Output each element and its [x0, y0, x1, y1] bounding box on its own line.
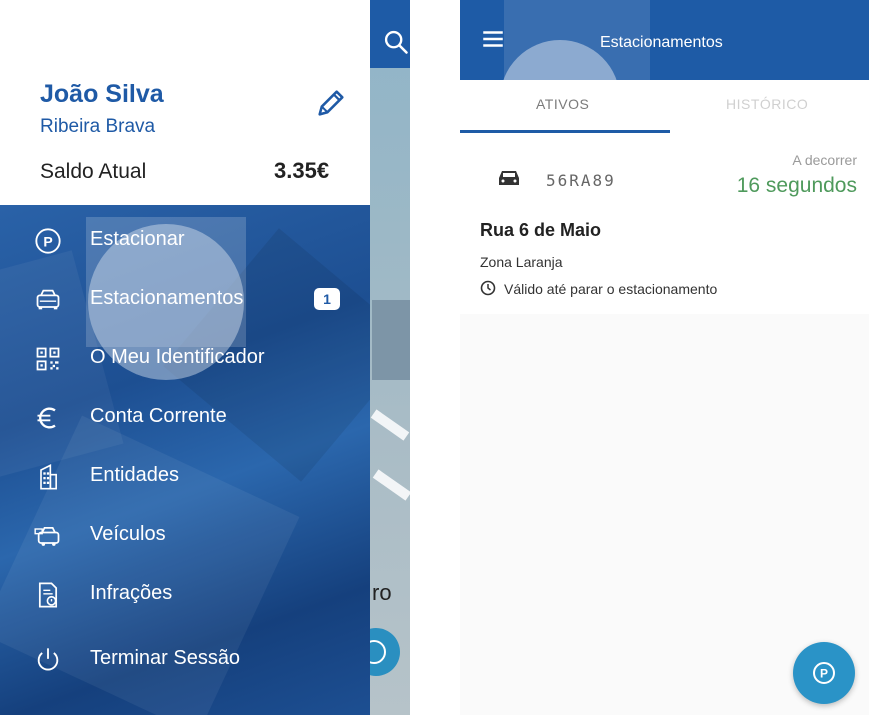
- hamburger-menu-icon[interactable]: [480, 26, 506, 52]
- pencil-icon[interactable]: [314, 86, 348, 120]
- qr-code-icon: [36, 347, 60, 371]
- menu-item-label: Infrações: [90, 582, 173, 604]
- map-partial-label: ro: [372, 580, 392, 605]
- menu-item-conta-corrente[interactable]: Conta Corrente: [0, 390, 370, 448]
- new-parking-fab[interactable]: P: [793, 642, 855, 704]
- street-name: Rua 6 de Maio: [480, 220, 602, 240]
- menu-item-label: Estacionar: [90, 228, 185, 250]
- menu-item-label: Terminar Sessão: [90, 647, 241, 669]
- menu-item-estacionamentos[interactable]: Estacionamentos 1: [0, 272, 370, 330]
- menu-item-terminar-sessao[interactable]: Terminar Sessão: [0, 632, 370, 690]
- car-icon: [499, 171, 519, 185]
- tab-historico[interactable]: HISTÓRICO: [670, 80, 869, 134]
- drawer-header: João Silva Ribeira Brava Saldo Atual 3.3…: [0, 0, 370, 205]
- svg-text:P: P: [820, 667, 828, 681]
- balance-value: 3.35€: [274, 158, 330, 183]
- parking-icon: P: [813, 662, 835, 684]
- search-icon[interactable]: [382, 28, 410, 56]
- tab-ativos[interactable]: ATIVOS: [460, 80, 670, 134]
- navigation-drawer: João Silva Ribeira Brava Saldo Atual 3.3…: [0, 0, 370, 715]
- count-badge: 1: [314, 288, 340, 310]
- menu-item-label: Conta Corrente: [90, 405, 227, 427]
- menu-item-label: Estacionamentos: [90, 287, 244, 309]
- map-building: [372, 300, 410, 380]
- balance-label: Saldo Atual: [40, 160, 147, 183]
- svg-text:P: P: [43, 233, 52, 249]
- menu-item-identificador[interactable]: O Meu Identificador: [0, 331, 370, 389]
- parking-circle-icon: P: [35, 228, 61, 254]
- user-name: João Silva: [40, 80, 164, 108]
- elapsed-time: 16 segundos: [736, 174, 857, 197]
- zone-name: Zona Laranja: [480, 254, 563, 270]
- menu-item-infracoes[interactable]: Infrações: [0, 567, 370, 625]
- app-bar: Estacionamentos: [460, 0, 869, 160]
- license-plate: 56RA89: [546, 171, 616, 190]
- right-screen: Estacionamentos ATIVOS HISTÓRICO 56RA89 …: [460, 0, 869, 715]
- validity-text: Válido até parar o estacionamento: [504, 281, 718, 297]
- active-parking-card[interactable]: 56RA89 A decorrer 16 segundos Rua 6 de M…: [460, 134, 869, 312]
- clock-icon: [480, 280, 496, 296]
- menu-item-label: O Meu Identificador: [90, 346, 265, 368]
- left-screen: ro João Silva Ribeira Brava Saldo Atual …: [0, 0, 410, 715]
- car-icon: [36, 289, 60, 310]
- tab-bar: ATIVOS HISTÓRICO: [460, 80, 869, 134]
- tab-label: ATIVOS: [536, 96, 590, 112]
- user-location: Ribeira Brava: [40, 116, 156, 137]
- menu-item-label: Entidades: [90, 464, 179, 486]
- vehicle-icon: [34, 526, 60, 546]
- page-title: Estacionamentos: [600, 34, 723, 51]
- menu-item-label: Veículos: [90, 523, 166, 545]
- euro-icon: [37, 407, 56, 429]
- building-icon: [40, 464, 57, 490]
- ticket-icon: [38, 582, 58, 608]
- tab-label: HISTÓRICO: [726, 96, 809, 112]
- active-tab-indicator: [460, 130, 670, 133]
- menu-item-estacionar[interactable]: P Estacionar: [0, 213, 370, 271]
- menu-item-entidades[interactable]: Entidades: [0, 449, 370, 507]
- menu-item-veiculos[interactable]: Veículos: [0, 508, 370, 566]
- status-label: A decorrer: [792, 152, 857, 168]
- power-icon: [37, 648, 59, 671]
